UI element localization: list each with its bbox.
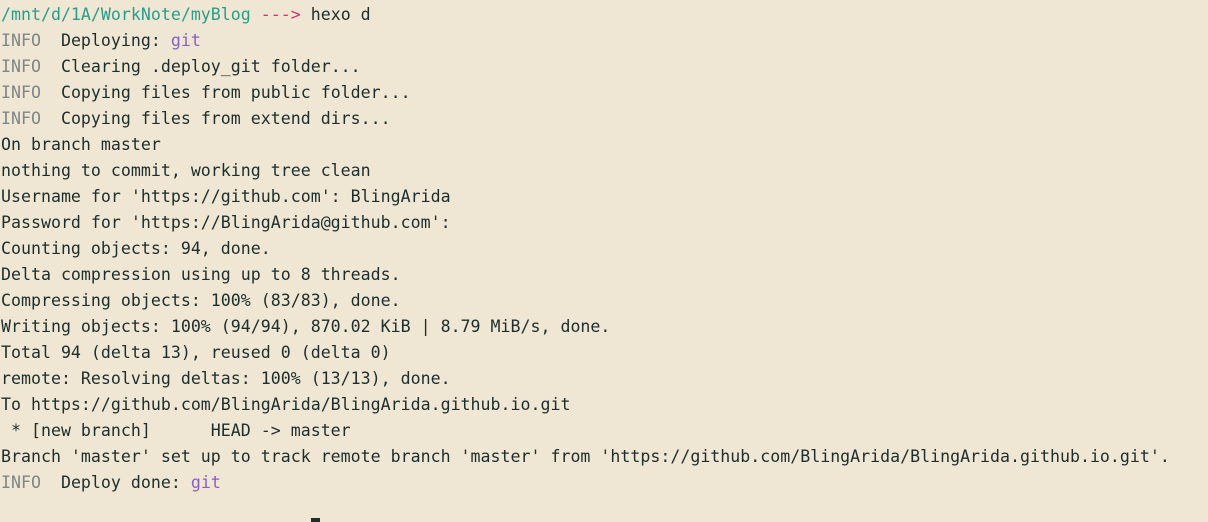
output-line: Delta compression using up to 8 threads. (1, 265, 401, 284)
output-line: remote: Resolving deltas: 100% (13/13), … (1, 369, 451, 388)
log-message: Deploy done: (60, 473, 181, 492)
info-tag: INFO (1, 31, 41, 50)
deploy-target: git (190, 473, 221, 492)
output-line: nothing to commit, working tree clean (1, 161, 371, 180)
output-line: Total 94 (delta 13), reused 0 (delta 0) (1, 343, 391, 362)
output-line: Compressing objects: 100% (83/83), done. (1, 291, 401, 310)
output-line: On branch master (1, 135, 161, 154)
prompt-path: /mnt/d/1A/WorkNote/myBlog (1, 5, 251, 24)
output-line: Writing objects: 100% (94/94), 870.02 Ki… (1, 317, 611, 336)
log-line-clearing: INFO Clearing .deploy_git folder... (1, 54, 1208, 80)
prompt-command: hexo d (310, 5, 371, 24)
log-line-copy-extend: INFO Copying files from extend dirs... (1, 106, 1208, 132)
terminal-window[interactable]: /mnt/d/1A/WorkNote/myBlog ---> hexo d IN… (0, 0, 1208, 522)
log-message: Deploying: (60, 31, 161, 50)
deploy-target: git (170, 31, 201, 50)
info-tag: INFO (1, 57, 41, 76)
prompt-arrow: ---> (260, 5, 301, 24)
info-tag: INFO (1, 473, 41, 492)
output-line: Password for 'https://BlingArida@github.… (1, 213, 451, 232)
info-tag: INFO (1, 83, 41, 102)
log-message: Copying files from public folder... (60, 83, 411, 102)
text-cursor (310, 518, 320, 522)
output-line: Branch 'master' set up to track remote b… (1, 447, 1170, 466)
output-line: Username for 'https://github.com': Bling… (1, 187, 451, 206)
output-line: Counting objects: 94, done. (1, 239, 271, 258)
output-line: To https://github.com/BlingArida/BlingAr… (1, 395, 571, 414)
log-line-deploying: INFO Deploying: git (1, 28, 1208, 54)
log-message: Copying files from extend dirs... (60, 109, 391, 128)
log-line-deploy-done: INFO Deploy done: git (1, 470, 1208, 496)
output-line: * [new branch] HEAD -> master (1, 421, 351, 440)
log-line-copy-public: INFO Copying files from public folder... (1, 80, 1208, 106)
log-message: Clearing .deploy_git folder... (60, 57, 361, 76)
prompt-line: /mnt/d/1A/WorkNote/myBlog ---> hexo d (1, 2, 1208, 28)
info-tag: INFO (1, 109, 41, 128)
